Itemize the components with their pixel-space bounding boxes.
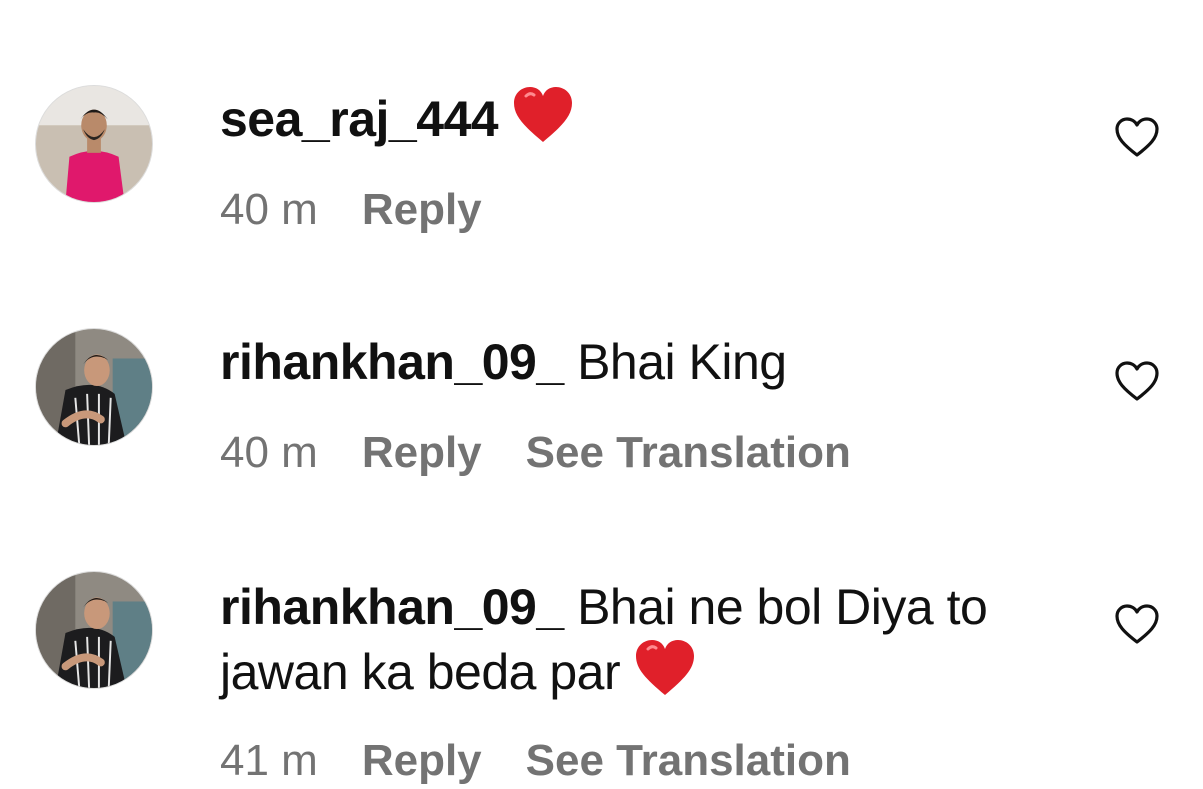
comment-body: rihankhan_09_ Bhai King (220, 330, 1080, 394)
comment-meta: 40 m Reply See Translation (220, 425, 851, 481)
comment-time: 40 m (220, 185, 318, 234)
see-translation-button[interactable]: See Translation (526, 733, 851, 789)
avatar[interactable] (35, 85, 153, 203)
heart-emoji-icon (512, 86, 574, 144)
reply-button[interactable]: Reply (362, 182, 482, 238)
like-button[interactable] (1114, 116, 1160, 158)
heart-emoji-icon (634, 639, 696, 697)
comment-username[interactable]: rihankhan_09_ (220, 334, 564, 390)
comment-body: rihankhan_09_ Bhai ne bol Diya to jawan … (220, 575, 1080, 704)
avatar-image (36, 329, 152, 445)
avatar-image (36, 86, 152, 202)
heart-outline-icon (1115, 604, 1159, 644)
comment-username[interactable]: sea_raj_444 (220, 91, 499, 147)
comment-meta: 40 m Reply (220, 182, 526, 238)
comment-time: 40 m (220, 428, 318, 477)
comment-meta: 41 m Reply See Translation (220, 733, 851, 789)
avatar[interactable] (35, 571, 153, 689)
heart-outline-icon (1115, 117, 1159, 157)
like-button[interactable] (1114, 360, 1160, 402)
comment-body: sea_raj_444 (220, 86, 1080, 151)
reply-button[interactable]: Reply (362, 425, 482, 481)
see-translation-button[interactable]: See Translation (526, 425, 851, 481)
heart-outline-icon (1115, 361, 1159, 401)
comment-time: 41 m (220, 736, 318, 785)
comment-username[interactable]: rihankhan_09_ (220, 579, 564, 635)
avatar[interactable] (35, 328, 153, 446)
comment-text: Bhai King (577, 334, 787, 390)
reply-button[interactable]: Reply (362, 733, 482, 789)
like-button[interactable] (1114, 603, 1160, 645)
avatar-image (36, 572, 152, 688)
